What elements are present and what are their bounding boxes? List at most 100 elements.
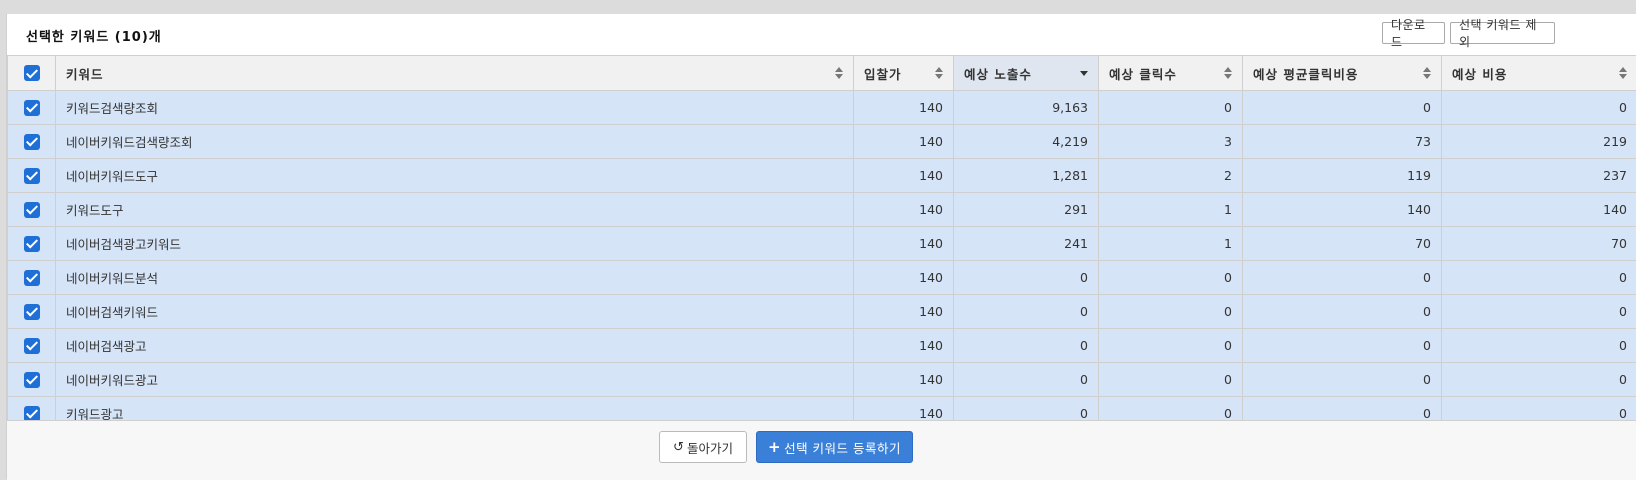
cell-cost: 219 — [1442, 125, 1636, 159]
row-checkbox[interactable] — [24, 134, 40, 150]
cell-clicks: 3 — [1099, 125, 1243, 159]
cell-avg-cpc: 140 — [1243, 193, 1442, 227]
table-row[interactable]: 네이버검색키워드1400000 — [8, 295, 1636, 329]
cell-keyword: 키워드도구 — [56, 193, 854, 227]
cell-keyword: 네이버키워드분석 — [56, 261, 854, 295]
download-button[interactable]: 다운로드 — [1382, 22, 1445, 44]
cell-keyword: 네이버검색광고 — [56, 329, 854, 363]
row-checkbox-cell — [8, 159, 56, 193]
cell-avg-cpc: 0 — [1243, 363, 1442, 397]
back-button-label: 돌아가기 — [687, 438, 733, 457]
sort-icon — [935, 67, 943, 79]
panel-title: 선택한 키워드 (10)개 — [26, 26, 162, 45]
cell-bid: 140 — [854, 91, 954, 125]
cell-impressions: 0 — [954, 363, 1099, 397]
cell-keyword: 네이버검색키워드 — [56, 295, 854, 329]
row-checkbox-cell — [8, 295, 56, 329]
keyword-table-wrapper: 키워드 입찰가 예상 노출수 예상 클릭수 — [7, 55, 1636, 431]
cell-bid: 140 — [854, 159, 954, 193]
cell-clicks: 1 — [1099, 227, 1243, 261]
row-checkbox-cell — [8, 193, 56, 227]
select-all-checkbox[interactable] — [24, 65, 40, 81]
selected-keywords-panel: 선택한 키워드 (10)개 다운로드 선택 키워드 제외 — [6, 14, 1636, 479]
column-header-impressions[interactable]: 예상 노출수 — [954, 56, 1099, 91]
keyword-table: 키워드 입찰가 예상 노출수 예상 클릭수 — [7, 55, 1636, 431]
table-row[interactable]: 키워드도구1402911140140 — [8, 193, 1636, 227]
table-body: 키워드검색량조회1409,163000네이버키워드검색량조회1404,21937… — [8, 91, 1636, 431]
sort-icon — [1619, 67, 1627, 79]
cell-cost: 0 — [1442, 295, 1636, 329]
row-checkbox[interactable] — [24, 372, 40, 388]
table-row[interactable]: 네이버키워드검색량조회1404,219373219 — [8, 125, 1636, 159]
column-header-cost[interactable]: 예상 비용 — [1442, 56, 1636, 91]
row-checkbox[interactable] — [24, 304, 40, 320]
cell-bid: 140 — [854, 193, 954, 227]
cell-keyword: 키워드검색량조회 — [56, 91, 854, 125]
table-row[interactable]: 네이버검색광고키워드14024117070 — [8, 227, 1636, 261]
cell-clicks: 0 — [1099, 295, 1243, 329]
cell-bid: 140 — [854, 329, 954, 363]
cell-keyword: 네이버키워드도구 — [56, 159, 854, 193]
table-row[interactable]: 키워드검색량조회1409,163000 — [8, 91, 1636, 125]
cell-cost: 140 — [1442, 193, 1636, 227]
column-header-avg-cpc[interactable]: 예상 평균클릭비용 — [1243, 56, 1442, 91]
row-checkbox[interactable] — [24, 270, 40, 286]
cell-bid: 140 — [854, 261, 954, 295]
row-checkbox[interactable] — [24, 100, 40, 116]
cell-impressions: 1,281 — [954, 159, 1099, 193]
table-row[interactable]: 네이버키워드분석1400000 — [8, 261, 1636, 295]
sort-icon — [1224, 67, 1232, 79]
row-checkbox[interactable] — [24, 338, 40, 354]
cell-impressions: 0 — [954, 261, 1099, 295]
cell-cost: 0 — [1442, 363, 1636, 397]
row-checkbox-cell — [8, 125, 56, 159]
panel-header: 선택한 키워드 (10)개 다운로드 선택 키워드 제외 — [7, 14, 1636, 54]
cell-impressions: 291 — [954, 193, 1099, 227]
cell-avg-cpc: 119 — [1243, 159, 1442, 193]
plus-icon: + — [768, 438, 781, 456]
column-header-bid[interactable]: 입찰가 — [854, 56, 954, 91]
column-header-label: 예상 노출수 — [964, 67, 1032, 82]
cell-avg-cpc: 0 — [1243, 261, 1442, 295]
cell-avg-cpc: 0 — [1243, 329, 1442, 363]
cell-cost: 70 — [1442, 227, 1636, 261]
cell-clicks: 0 — [1099, 261, 1243, 295]
table-row[interactable]: 네이버검색광고1400000 — [8, 329, 1636, 363]
row-checkbox-cell — [8, 227, 56, 261]
undo-icon: ↺ — [673, 440, 684, 455]
cell-impressions: 0 — [954, 295, 1099, 329]
column-header-label: 예상 비용 — [1452, 67, 1507, 82]
cell-clicks: 2 — [1099, 159, 1243, 193]
cell-impressions: 241 — [954, 227, 1099, 261]
row-checkbox[interactable] — [24, 236, 40, 252]
column-header-keyword[interactable]: 키워드 — [56, 56, 854, 91]
row-checkbox[interactable] — [24, 202, 40, 218]
cell-keyword: 네이버키워드검색량조회 — [56, 125, 854, 159]
column-header-label: 입찰가 — [864, 67, 902, 82]
table-row[interactable]: 네이버키워드도구1401,2812119237 — [8, 159, 1636, 193]
column-header-clicks[interactable]: 예상 클릭수 — [1099, 56, 1243, 91]
cell-keyword: 네이버키워드광고 — [56, 363, 854, 397]
cell-avg-cpc: 0 — [1243, 91, 1442, 125]
cell-keyword: 네이버검색광고키워드 — [56, 227, 854, 261]
cell-avg-cpc: 73 — [1243, 125, 1442, 159]
register-button-label: 선택 키워드 등록하기 — [784, 438, 901, 457]
row-checkbox[interactable] — [24, 168, 40, 184]
select-all-cell — [8, 56, 56, 91]
sort-icon — [835, 67, 843, 79]
register-keywords-button[interactable]: + 선택 키워드 등록하기 — [756, 431, 913, 463]
table-header-row: 키워드 입찰가 예상 노출수 예상 클릭수 — [8, 56, 1636, 91]
column-header-label: 예상 평균클릭비용 — [1253, 67, 1358, 82]
remove-selected-button[interactable]: 선택 키워드 제외 — [1450, 22, 1555, 44]
table-row[interactable]: 네이버키워드광고1400000 — [8, 363, 1636, 397]
back-button[interactable]: ↺ 돌아가기 — [659, 431, 747, 463]
cell-avg-cpc: 0 — [1243, 295, 1442, 329]
row-checkbox-cell — [8, 363, 56, 397]
cell-clicks: 0 — [1099, 329, 1243, 363]
cell-impressions: 9,163 — [954, 91, 1099, 125]
cell-cost: 0 — [1442, 261, 1636, 295]
cell-cost: 237 — [1442, 159, 1636, 193]
column-header-label: 키워드 — [66, 67, 104, 82]
cell-clicks: 0 — [1099, 91, 1243, 125]
cell-bid: 140 — [854, 227, 954, 261]
